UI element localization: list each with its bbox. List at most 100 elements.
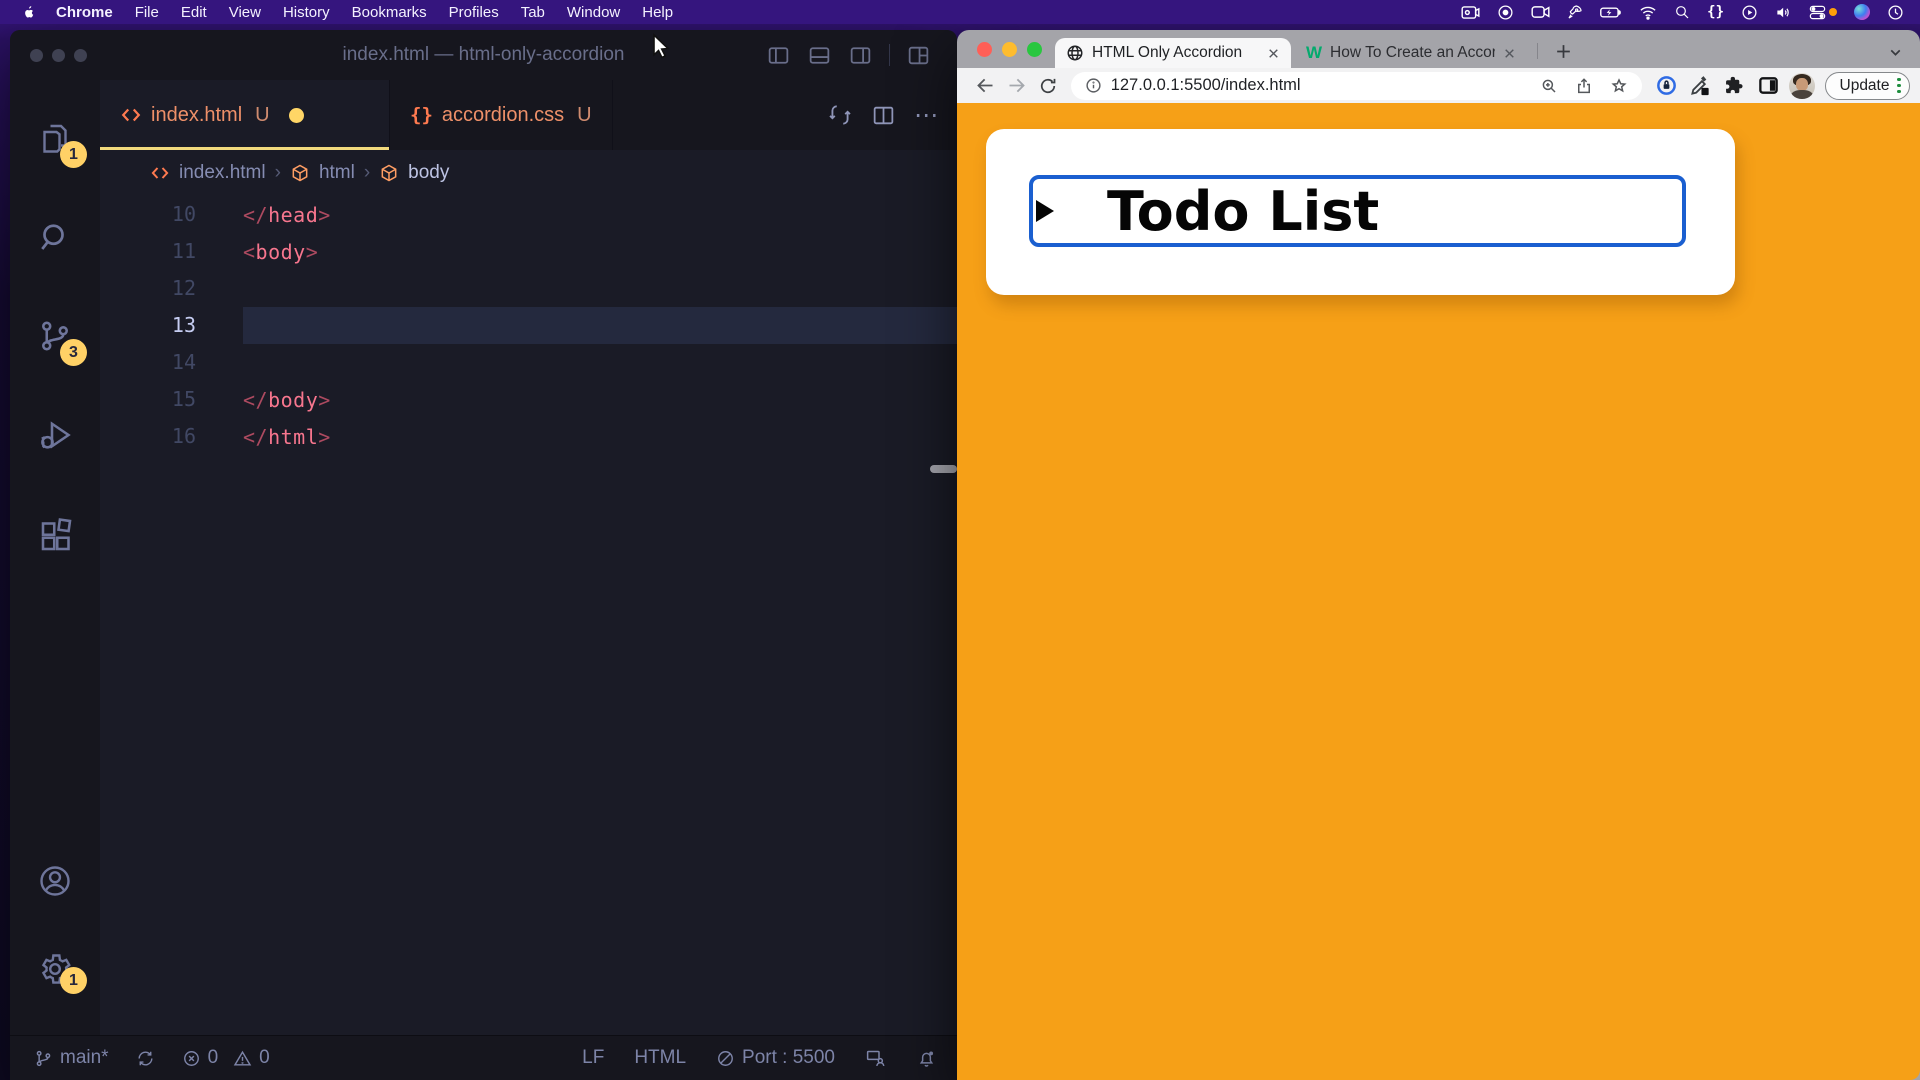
menu-help[interactable]: Help bbox=[631, 4, 684, 21]
play-circle-icon[interactable] bbox=[1741, 4, 1758, 21]
screen-camera-icon[interactable] bbox=[1461, 5, 1480, 20]
toggle-secondary-sidebar-icon[interactable] bbox=[848, 43, 873, 68]
menu-window[interactable]: Window bbox=[556, 4, 631, 21]
browser-tab-active[interactable]: HTML Only Accordion bbox=[1055, 38, 1291, 68]
chrome-tab-strip[interactable]: HTML Only Accordion W How To Create an A… bbox=[957, 30, 1920, 68]
tab-search-chevron-icon[interactable] bbox=[1887, 44, 1904, 61]
problems-status[interactable]: 0 0 bbox=[182, 1047, 270, 1069]
video-camera-icon[interactable] bbox=[1531, 5, 1550, 19]
notifications-bell-icon[interactable] bbox=[916, 1048, 937, 1069]
breadcrumb-node[interactable]: body bbox=[408, 162, 449, 184]
git-branch-status[interactable]: main* bbox=[34, 1047, 109, 1069]
site-info-icon[interactable] bbox=[1085, 77, 1102, 94]
line-content[interactable] bbox=[243, 344, 957, 381]
volume-icon[interactable] bbox=[1775, 5, 1792, 20]
tab-accordion-css[interactable]: {} accordion.css U bbox=[390, 80, 613, 150]
line-content[interactable]: </body> bbox=[243, 381, 957, 418]
wifi-icon[interactable] bbox=[1639, 5, 1657, 20]
search-icon[interactable] bbox=[10, 187, 100, 286]
forward-button[interactable] bbox=[1004, 73, 1029, 99]
code-line-10[interactable]: 10</head> bbox=[100, 196, 957, 233]
remote-tunnels-icon[interactable] bbox=[865, 1048, 886, 1069]
url-text[interactable]: 127.0.0.1:5500/index.html bbox=[1111, 76, 1532, 95]
settings-gear-icon[interactable]: 1 bbox=[10, 925, 100, 1013]
run-debug-icon[interactable] bbox=[10, 385, 100, 484]
address-bar[interactable]: 127.0.0.1:5500/index.html bbox=[1071, 72, 1643, 100]
browser-tab-inactive[interactable]: W How To Create an Accordion bbox=[1295, 38, 1527, 68]
live-server-port[interactable]: Port : 5500 bbox=[716, 1047, 835, 1069]
line-content[interactable] bbox=[243, 270, 957, 307]
close-tab-icon[interactable] bbox=[1267, 47, 1280, 60]
minimize-window-button[interactable] bbox=[52, 49, 65, 62]
tab-index-html[interactable]: index.html U bbox=[100, 80, 390, 150]
customize-layout-icon[interactable] bbox=[906, 43, 931, 68]
side-panel-icon[interactable] bbox=[1755, 73, 1781, 99]
menu-bookmarks[interactable]: Bookmarks bbox=[341, 4, 438, 21]
privacy-extension-icon[interactable] bbox=[1653, 73, 1679, 99]
accounts-icon[interactable] bbox=[10, 837, 100, 925]
search-icon[interactable] bbox=[1674, 4, 1690, 20]
breadcrumb-file[interactable]: index.html bbox=[179, 162, 266, 184]
close-window-button[interactable] bbox=[30, 49, 43, 62]
battery-charging-icon[interactable] bbox=[1600, 6, 1622, 19]
bookmark-star-icon[interactable] bbox=[1610, 77, 1628, 95]
record-icon[interactable] bbox=[1497, 4, 1514, 21]
line-content[interactable] bbox=[243, 307, 957, 344]
reload-button[interactable] bbox=[1035, 73, 1060, 99]
eol-indicator[interactable]: LF bbox=[582, 1047, 604, 1069]
line-content[interactable]: </head> bbox=[243, 196, 957, 233]
code-line-11[interactable]: 11<body> bbox=[100, 233, 957, 270]
minimize-window-button[interactable] bbox=[1002, 42, 1017, 57]
more-actions-icon[interactable]: ⋯ bbox=[914, 101, 939, 130]
vscode-titlebar[interactable]: index.html — html-only-accordion bbox=[10, 30, 957, 80]
menu-profiles[interactable]: Profiles bbox=[438, 4, 510, 21]
menu-chrome[interactable]: Chrome bbox=[45, 4, 124, 21]
update-chrome-button[interactable]: Update bbox=[1825, 72, 1910, 100]
menu-tab[interactable]: Tab bbox=[510, 4, 556, 21]
code-line-16[interactable]: 16</html> bbox=[100, 418, 957, 455]
explorer-icon[interactable]: 1 bbox=[10, 88, 100, 187]
sync-icon[interactable] bbox=[136, 1049, 155, 1068]
details-marker-icon[interactable] bbox=[1036, 200, 1054, 222]
menu-history[interactable]: History bbox=[272, 4, 341, 21]
apple-icon[interactable] bbox=[22, 4, 37, 21]
code-braces-icon[interactable]: {} bbox=[1707, 4, 1724, 20]
colorpicker-extension-icon[interactable] bbox=[1687, 73, 1713, 99]
rocket-icon[interactable] bbox=[1567, 4, 1583, 20]
clock-icon[interactable] bbox=[1887, 4, 1904, 21]
sash-handle[interactable] bbox=[930, 465, 957, 473]
close-tab-icon[interactable] bbox=[1503, 47, 1516, 60]
zoom-window-button[interactable] bbox=[74, 49, 87, 62]
back-button[interactable] bbox=[973, 73, 998, 99]
chrome-menu-kebab-icon[interactable] bbox=[1897, 78, 1901, 94]
breadcrumb-node[interactable]: html bbox=[319, 162, 355, 184]
code-line-15[interactable]: 15</body> bbox=[100, 381, 957, 418]
siri-icon[interactable] bbox=[1854, 4, 1870, 20]
menu-edit[interactable]: Edit bbox=[170, 4, 218, 21]
close-window-button[interactable] bbox=[977, 42, 992, 57]
unsaved-dot-icon[interactable] bbox=[289, 108, 304, 123]
extensions-icon[interactable] bbox=[10, 484, 100, 583]
new-tab-button[interactable] bbox=[1549, 37, 1577, 65]
extensions-puzzle-icon[interactable] bbox=[1721, 73, 1747, 99]
open-changes-icon[interactable] bbox=[827, 102, 853, 128]
zoom-icon[interactable] bbox=[1540, 77, 1558, 95]
toggle-sidebar-icon[interactable] bbox=[766, 43, 791, 68]
line-content[interactable]: </html> bbox=[243, 418, 957, 455]
todo-accordion-summary[interactable]: Todo List bbox=[1029, 175, 1686, 247]
code-line-13[interactable]: 13 bbox=[100, 307, 957, 344]
menu-file[interactable]: File bbox=[124, 4, 170, 21]
share-icon[interactable] bbox=[1575, 77, 1593, 95]
source-control-icon[interactable]: 3 bbox=[10, 286, 100, 385]
line-content[interactable]: <body> bbox=[243, 233, 957, 270]
profile-avatar[interactable] bbox=[1789, 73, 1814, 99]
toggle-panel-icon[interactable] bbox=[807, 43, 832, 68]
code-editor[interactable]: 10</head>11<body>12131415</body>16</html… bbox=[100, 196, 957, 1035]
split-editor-icon[interactable] bbox=[871, 103, 896, 128]
language-mode[interactable]: HTML bbox=[634, 1047, 686, 1069]
code-line-12[interactable]: 12 bbox=[100, 270, 957, 307]
zoom-window-button[interactable] bbox=[1027, 42, 1042, 57]
code-line-14[interactable]: 14 bbox=[100, 344, 957, 381]
menu-view[interactable]: View bbox=[218, 4, 272, 21]
control-center-icon[interactable] bbox=[1809, 5, 1837, 20]
